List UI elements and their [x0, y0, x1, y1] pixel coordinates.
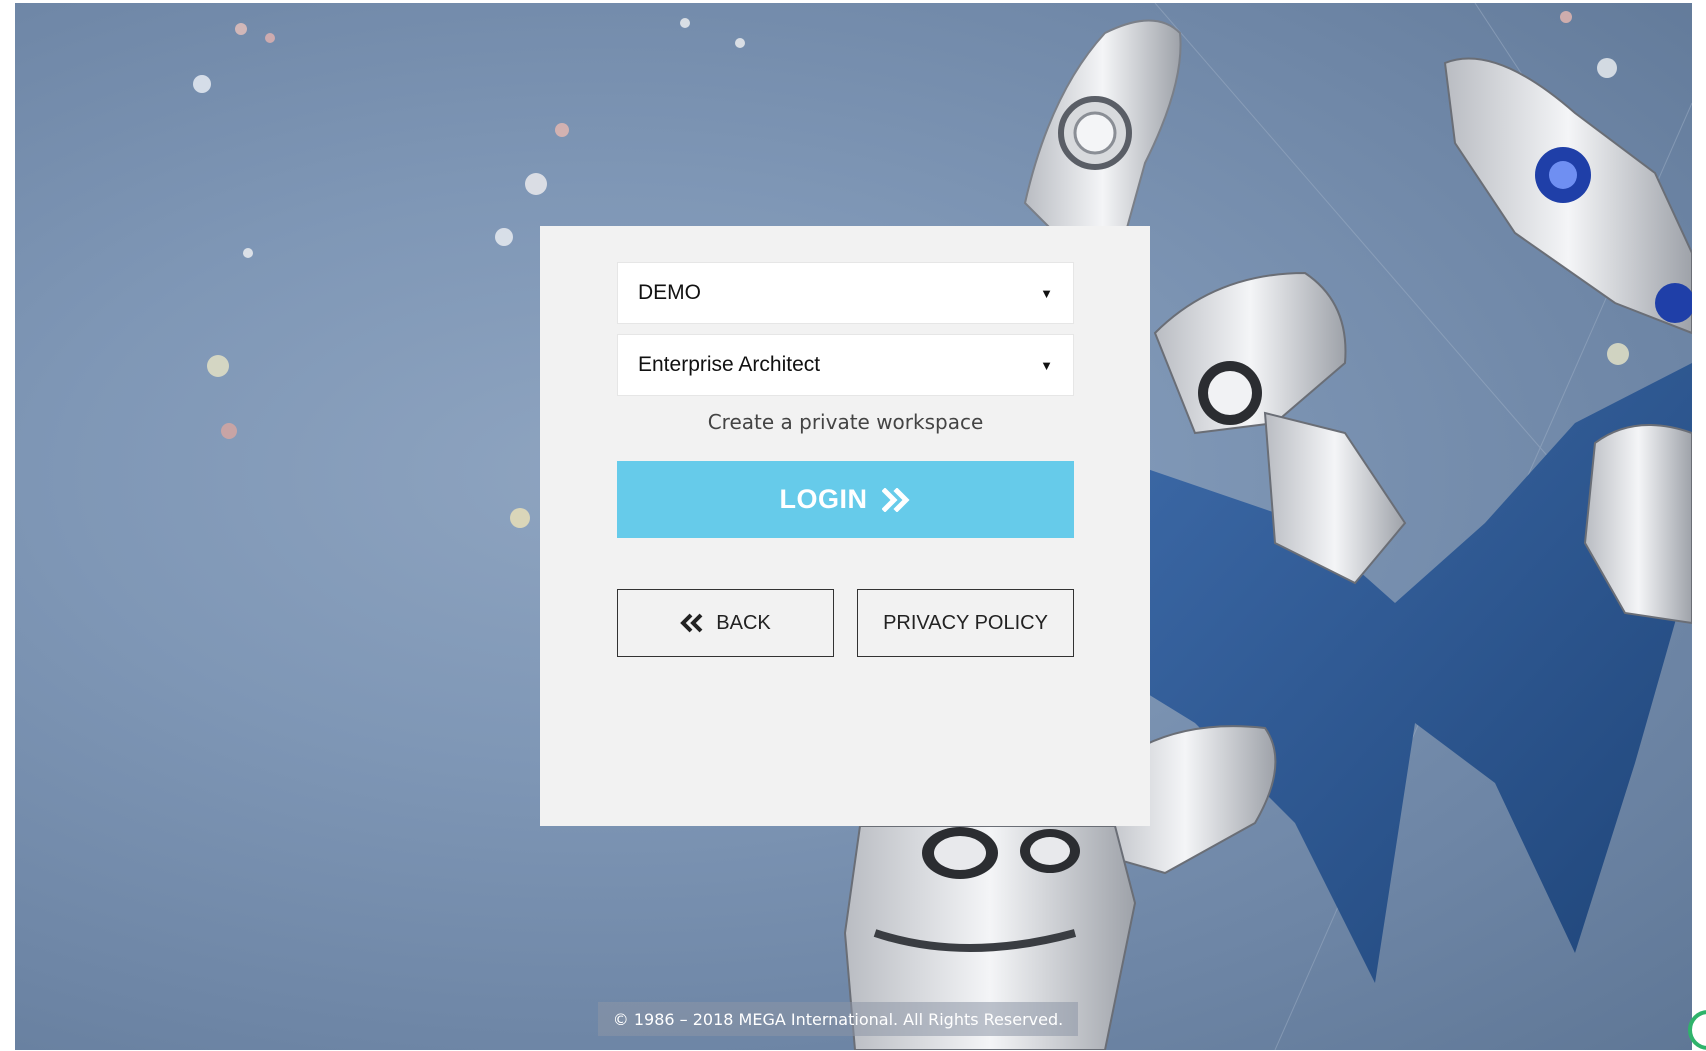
caret-down-icon: ▼ — [1040, 357, 1053, 373]
privacy-policy-button[interactable]: PRIVACY POLICY — [857, 589, 1074, 657]
create-workspace-link[interactable]: Create a private workspace — [617, 410, 1074, 434]
background-hero: DEMO ▼ Enterprise Architect ▼ Create a p… — [15, 3, 1692, 1050]
caret-down-icon: ▼ — [1040, 285, 1053, 301]
database-select[interactable]: DEMO ▼ — [617, 262, 1074, 324]
database-select-value: DEMO — [638, 281, 701, 304]
back-button-label: BACK — [716, 611, 771, 634]
double-chevron-right-icon — [881, 487, 912, 512]
privacy-policy-label: PRIVACY POLICY — [883, 611, 1048, 634]
login-panel: DEMO ▼ Enterprise Architect ▼ Create a p… — [540, 226, 1150, 826]
double-chevron-left-icon — [680, 613, 704, 633]
login-button[interactable]: LOGIN — [617, 461, 1074, 538]
copyright-footer: © 1986 – 2018 MEGA International. All Ri… — [598, 1002, 1078, 1036]
profile-select[interactable]: Enterprise Architect ▼ — [617, 334, 1074, 396]
login-button-label: LOGIN — [779, 484, 868, 514]
profile-select-value: Enterprise Architect — [638, 353, 821, 376]
back-button[interactable]: BACK — [617, 589, 834, 657]
